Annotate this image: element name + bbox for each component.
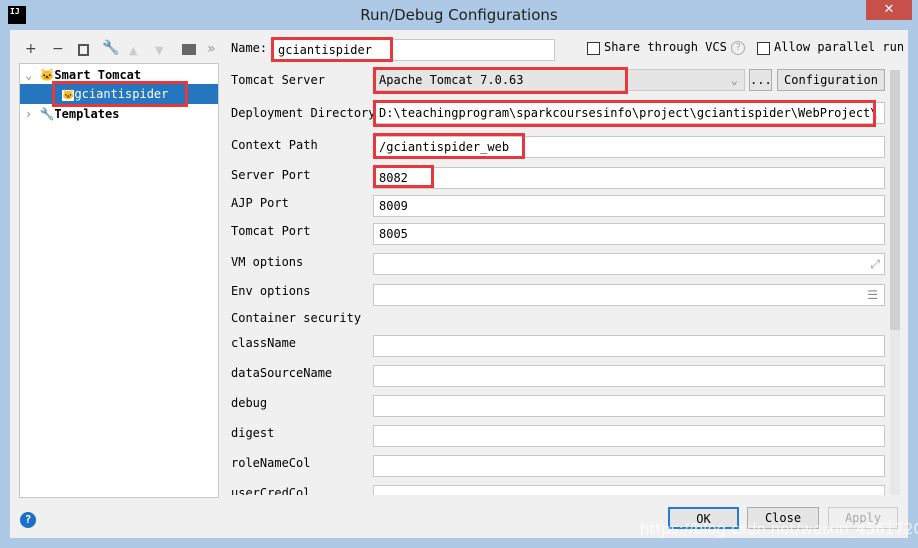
tree-item-label: Templates — [54, 107, 120, 121]
scrollbar-thumb[interactable] — [890, 70, 900, 330]
expand-icon[interactable]: ⤢ — [870, 254, 880, 274]
move-up-icon[interactable]: ▲ — [129, 44, 137, 57]
highlight-box — [373, 165, 434, 188]
clipped-row: userCredCol — [220, 484, 900, 495]
copy-icon[interactable] — [78, 44, 89, 56]
window-title: Run/Debug Configurations — [360, 6, 558, 24]
help-icon[interactable]: ? — [731, 41, 745, 55]
datasourcename-input[interactable] — [373, 365, 885, 387]
allow-parallel-label: Allow parallel run — [774, 40, 905, 54]
help-button[interactable]: ? — [20, 512, 36, 528]
deployment-label: Deployment Directory — [231, 106, 376, 120]
watermark: https://blog.csdn.net/weixin_45617201 — [640, 520, 918, 538]
container-security-label: Container security — [231, 311, 362, 325]
browse-server-button[interactable]: ... — [749, 69, 772, 91]
server-port-label: Server Port — [231, 168, 311, 182]
close-window-button[interactable]: ✕ — [866, 0, 912, 20]
server-port-input[interactable]: 8082 — [373, 167, 885, 189]
vm-options-input[interactable]: ⤢ — [373, 253, 885, 275]
env-options-label: Env options — [231, 284, 311, 298]
tomcat-port-value: 8005 — [379, 227, 408, 241]
config-tree[interactable]: ⌄ 🐱Smart Tomcat 🐱gciantispider › 🔧Templa… — [19, 63, 219, 498]
ajp-port-label: AJP Port — [231, 196, 289, 210]
rolenamecol-label: roleNameCol — [231, 456, 311, 470]
highlight-box — [373, 100, 876, 127]
list-icon[interactable]: ☰ — [867, 285, 878, 305]
tomcat-port-label: Tomcat Port — [231, 224, 311, 238]
configuration-button[interactable]: Configuration — [777, 69, 885, 91]
folder-add-icon[interactable] — [182, 44, 196, 55]
add-icon[interactable]: + — [25, 41, 37, 57]
share-vcs-checkbox[interactable] — [587, 42, 600, 55]
share-vcs-label: Share through VCS — [604, 40, 727, 54]
allow-parallel-checkbox[interactable] — [757, 42, 770, 55]
app-icon: IJ — [8, 6, 26, 24]
tomcat-server-label: Tomcat Server — [231, 73, 325, 87]
vm-options-label: VM options — [231, 255, 304, 269]
highlight-box — [373, 133, 525, 159]
wrench-icon[interactable]: 🔧 — [102, 40, 119, 56]
context-path-label: Context Path — [231, 138, 318, 152]
remove-icon[interactable]: − — [52, 41, 64, 57]
rolenamecol-input[interactable] — [373, 455, 885, 477]
debug-input[interactable] — [373, 395, 885, 417]
chevron-down-icon: ⌄ — [730, 73, 738, 87]
digest-input[interactable] — [373, 425, 885, 447]
highlight-box — [271, 37, 393, 62]
ajp-port-value: 8009 — [379, 199, 408, 213]
env-options-input[interactable]: ☰ — [373, 284, 885, 306]
move-down-icon[interactable]: ▼ — [155, 44, 163, 57]
name-label: Name: — [231, 41, 268, 55]
tree-item-label: Smart Tomcat — [54, 68, 142, 82]
digest-label: digest — [231, 426, 275, 440]
usercredcol-label: userCredCol — [231, 486, 311, 495]
highlight-box — [373, 67, 628, 94]
more-icon[interactable]: » — [207, 41, 216, 57]
ajp-port-input[interactable]: 8009 — [373, 195, 885, 217]
tree-item-gciantispider[interactable]: 🐱gciantispider — [20, 81, 218, 107]
classname-label: className — [231, 336, 297, 350]
debug-label: debug — [231, 396, 268, 410]
scrollbar[interactable] — [890, 70, 900, 495]
classname-input[interactable] — [373, 335, 885, 357]
tomcat-port-input[interactable]: 8005 — [373, 223, 885, 245]
usercredcol-input[interactable] — [373, 485, 885, 495]
datasourcename-label: dataSourceName — [231, 366, 333, 380]
tree-item-templates[interactable]: › 🔧Templates — [20, 104, 218, 124]
